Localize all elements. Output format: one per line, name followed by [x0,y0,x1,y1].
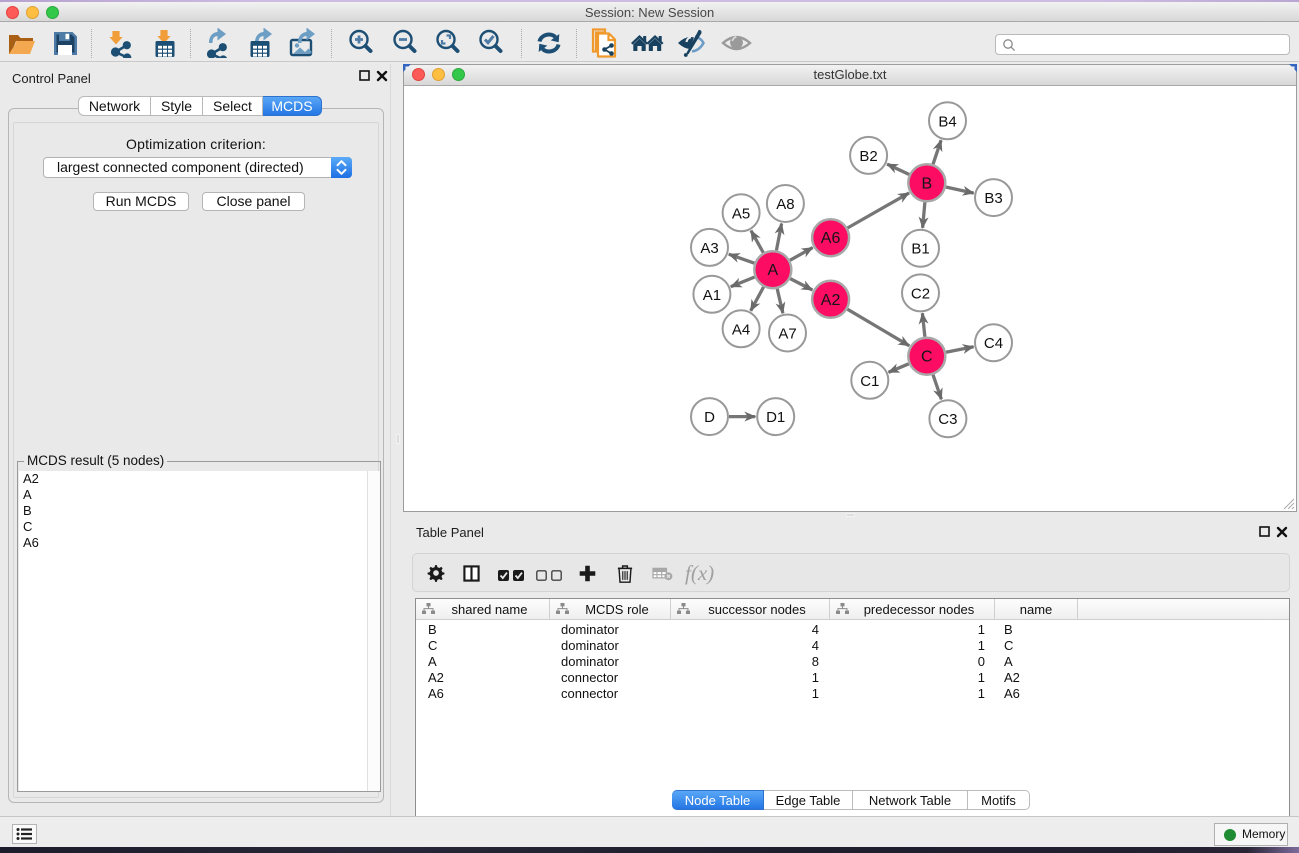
svg-text:C: C [921,349,933,366]
svg-text:C4: C4 [984,335,1003,352]
svg-text:C2: C2 [911,285,930,302]
svg-text:A: A [767,262,778,279]
svg-text:D1: D1 [766,409,785,426]
svg-text:C1: C1 [860,373,879,390]
svg-text:A6: A6 [821,230,841,247]
svg-text:B4: B4 [938,113,956,130]
svg-text:A3: A3 [700,240,718,257]
svg-text:C3: C3 [938,411,957,428]
svg-text:A2: A2 [821,292,841,309]
svg-text:A8: A8 [776,196,794,213]
svg-text:A7: A7 [778,326,796,343]
svg-text:B1: B1 [911,241,929,258]
svg-text:D: D [704,409,715,426]
svg-text:A1: A1 [703,287,721,304]
svg-text:B: B [921,175,932,192]
svg-text:A4: A4 [732,321,750,338]
svg-text:B3: B3 [984,190,1002,207]
svg-text:B2: B2 [859,148,877,165]
svg-text:A5: A5 [732,205,750,222]
